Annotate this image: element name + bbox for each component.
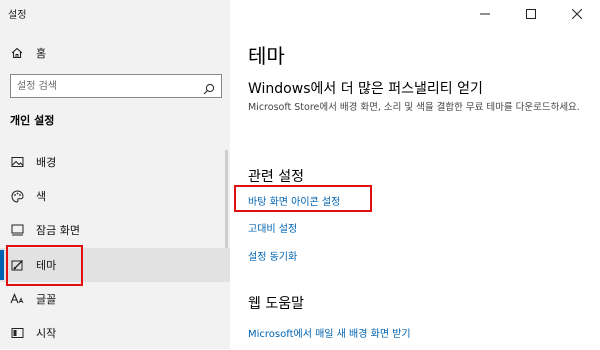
sidebar-item-label: 색 <box>36 190 47 203</box>
high-contrast-settings-link[interactable]: 고대비 설정 <box>248 220 297 235</box>
search-icon[interactable] <box>203 80 215 95</box>
sync-settings-link[interactable]: 설정 동기화 <box>248 248 297 263</box>
sidebar-item-label: 잠금 화면 <box>36 224 80 237</box>
selection-indicator <box>0 250 4 280</box>
sidebar: 설정 홈 개인 설정 배경 색 잠금 화면 테마 <box>0 0 230 349</box>
store-description: Microsoft Store에서 배경 화면, 소리 및 색을 결합한 무료 … <box>248 102 580 113</box>
palette-icon <box>10 189 24 203</box>
maximize-button[interactable] <box>508 0 554 26</box>
home-icon <box>10 46 24 60</box>
search-box[interactable] <box>10 74 222 98</box>
highlight-box-theme <box>6 245 83 286</box>
sidebar-item-start[interactable]: 시작 <box>0 316 230 350</box>
window-title: 설정 <box>8 10 27 21</box>
start-icon <box>10 326 24 340</box>
sidebar-item-fonts[interactable]: 글꼴 <box>0 282 230 316</box>
section-title: 개인 설정 <box>10 114 55 127</box>
sidebar-item-label: 글꼴 <box>36 293 57 306</box>
daily-wallpaper-link[interactable]: Microsoft에서 매일 새 배경 화면 받기 <box>248 325 411 340</box>
page-title: 테마 <box>248 44 285 68</box>
font-icon <box>10 292 24 306</box>
minimize-button[interactable] <box>462 0 508 26</box>
sidebar-item-label: 배경 <box>36 156 57 169</box>
close-icon <box>571 4 583 23</box>
sidebar-item-color[interactable]: 색 <box>0 179 230 213</box>
minimize-icon <box>480 4 490 23</box>
sidebar-item-label: 홈 <box>36 47 47 60</box>
lock-screen-icon <box>10 223 24 237</box>
sidebar-item-background[interactable]: 배경 <box>0 145 230 179</box>
content-pane: 테마 Windows에서 더 많은 퍼스낼리티 얻기 Microsoft Sto… <box>230 0 600 349</box>
highlight-box-desktop-icons <box>234 185 372 212</box>
sidebar-item-label: 시작 <box>36 327 57 340</box>
related-settings-heading: 관련 설정 <box>248 169 304 185</box>
close-button[interactable] <box>554 0 600 26</box>
sidebar-item-home[interactable]: 홈 <box>0 36 230 70</box>
web-help-heading: 웹 도움말 <box>248 296 304 312</box>
maximize-icon <box>526 4 536 23</box>
sidebar-item-lock-screen[interactable]: 잠금 화면 <box>0 213 230 247</box>
picture-icon <box>10 155 24 169</box>
store-heading: Windows에서 더 많은 퍼스낼리티 얻기 <box>248 81 483 97</box>
search-input[interactable] <box>17 78 187 94</box>
